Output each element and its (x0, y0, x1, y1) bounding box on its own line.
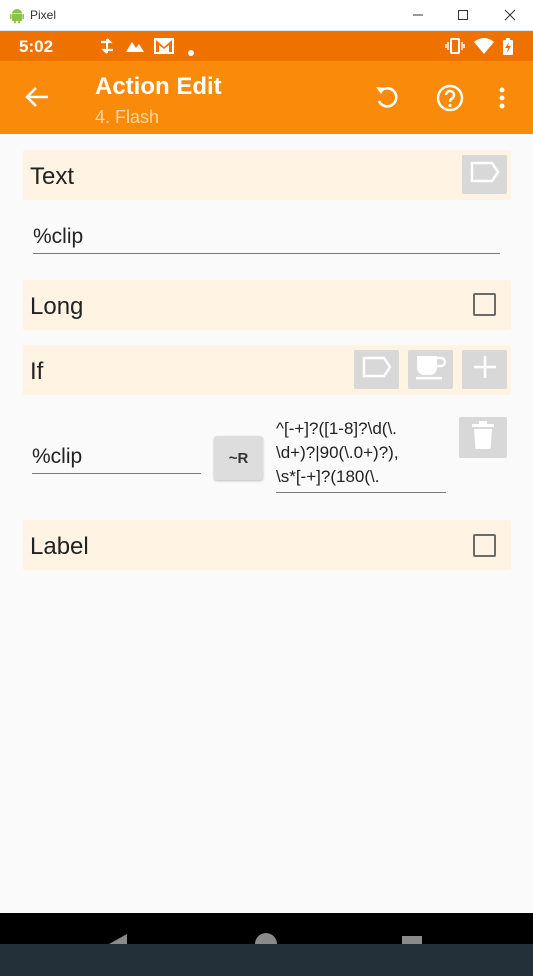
navigation-bar (0, 913, 533, 944)
wifi-icon (474, 38, 494, 59)
status-bar: 5:02 (0, 31, 533, 61)
sync-icon (98, 38, 116, 59)
undo-icon[interactable] (374, 84, 400, 115)
photo-icon (126, 38, 144, 57)
host-taskbar (0, 944, 533, 976)
back-arrow-icon[interactable] (24, 85, 50, 114)
minimize-button[interactable] (403, 4, 433, 26)
if-left-input[interactable]: %clip (32, 445, 201, 474)
maximize-button[interactable] (448, 4, 478, 26)
android-icon (10, 8, 24, 29)
label-tag-icon (470, 161, 500, 188)
text-variable-button[interactable] (462, 155, 507, 194)
close-button[interactable] (495, 4, 525, 26)
label-checkbox[interactable] (473, 534, 496, 557)
section-label: Label (23, 520, 511, 570)
if-right-input[interactable]: ^[-+]?([1-8]?\d(\. \d+)?|90(\.0+)?), \s*… (276, 417, 451, 489)
plus-icon (472, 354, 498, 385)
more-vert-icon[interactable] (499, 87, 505, 114)
action-editor: Text %clip Long If %clip ~R ^[-+]?([1-8]… (0, 134, 533, 913)
nav-recents-icon[interactable] (402, 935, 422, 944)
text-label: Text (30, 163, 75, 190)
if-variable-button[interactable] (354, 350, 399, 389)
long-checkbox[interactable] (473, 293, 496, 316)
vibrate-icon (445, 38, 465, 59)
add-condition-button[interactable] (462, 350, 507, 389)
section-long: Long (23, 280, 511, 330)
window-title: Pixel (30, 8, 57, 22)
section-text: Text (23, 150, 511, 200)
if-right-input-underline (276, 492, 446, 493)
section-if: If (23, 345, 511, 395)
notification-dot-icon (188, 43, 194, 61)
page-subtitle: 4. Flash (95, 107, 160, 127)
trash-icon (472, 421, 494, 454)
window-titlebar: Pixel (0, 0, 533, 31)
operator-button[interactable]: ~R (214, 436, 263, 480)
help-icon[interactable] (436, 84, 464, 117)
if-coffee-button[interactable] (408, 350, 453, 389)
coffee-cup-icon (415, 354, 447, 385)
nav-home-icon[interactable] (254, 932, 278, 944)
label-label: Label (30, 533, 89, 560)
gmail-icon (154, 38, 174, 59)
text-input[interactable]: %clip (33, 225, 500, 254)
if-label: If (30, 358, 44, 385)
delete-condition-button[interactable] (459, 417, 507, 458)
app-bar: Action Edit 4. Flash (0, 61, 533, 134)
status-time: 5:02 (19, 37, 54, 56)
label-tag-icon (362, 356, 392, 383)
page-title: Action Edit (95, 73, 222, 100)
battery-charging-icon (503, 38, 513, 60)
long-label: Long (30, 293, 84, 320)
nav-back-icon[interactable] (107, 932, 129, 944)
